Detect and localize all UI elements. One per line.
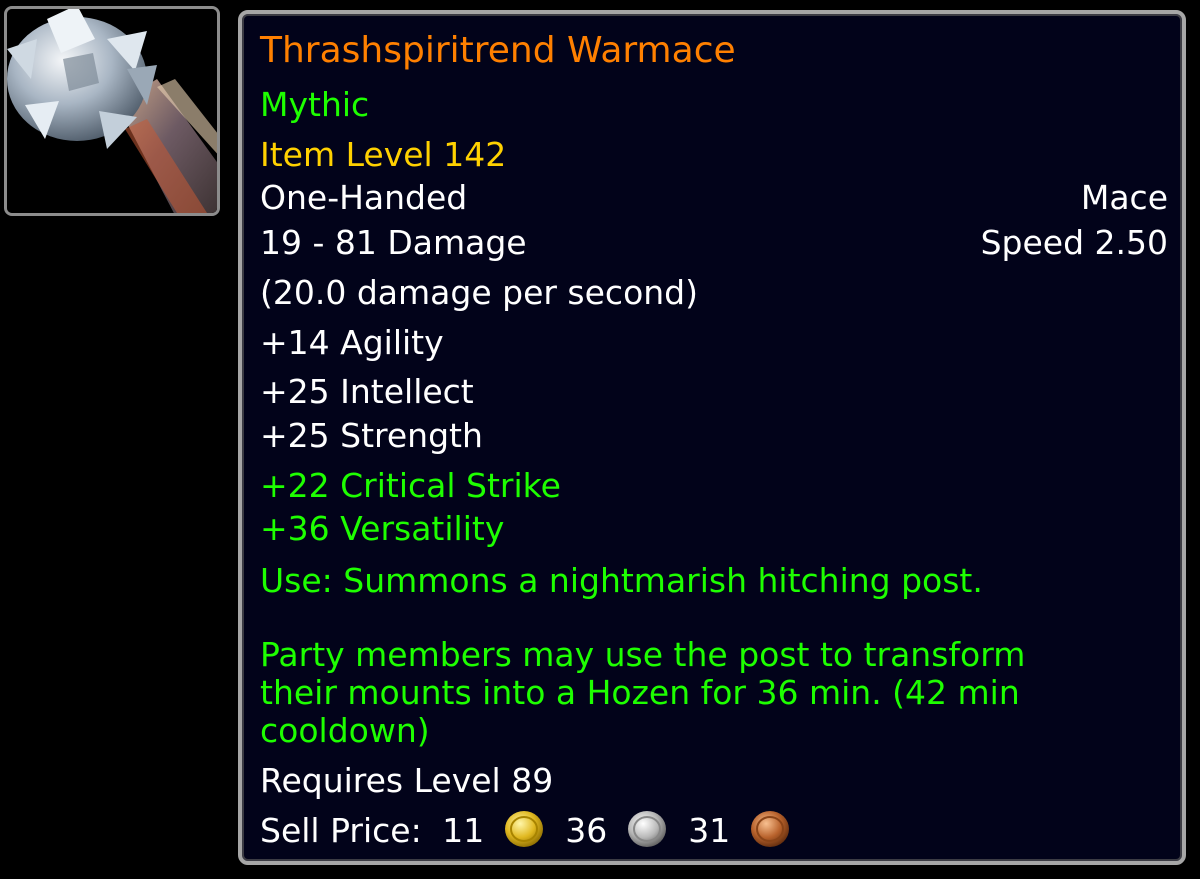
silver-coin-icon	[627, 811, 666, 847]
required-level: Requires Level 89	[260, 761, 554, 800]
item-level: Item Level 142	[260, 135, 507, 174]
gold-amount: 11	[442, 811, 485, 850]
copper-coin-icon	[750, 811, 789, 847]
item-slot: One-Handed	[260, 178, 468, 217]
silver-amount: 36	[565, 811, 608, 850]
secondary-stat-line: +22 Critical Strike	[260, 466, 561, 505]
gold-coin-icon	[504, 811, 543, 847]
item-quality: Mythic	[260, 85, 370, 124]
stat-line: +14 Agility	[260, 323, 444, 362]
damage-speed-row: 19 - 81 Damage Speed 2.50	[260, 224, 1168, 262]
stat-line: +25 Intellect	[260, 372, 474, 411]
item-icon-frame[interactable]	[4, 6, 220, 216]
item-dps: (20.0 damage per second)	[260, 273, 698, 312]
sell-price-row: Sell Price: 11 36 31	[260, 808, 1168, 850]
item-type: Mace	[1080, 178, 1168, 217]
item-damage: 19 - 81 Damage	[260, 223, 527, 262]
item-description: Party members may use the post to transf…	[260, 635, 1026, 750]
slot-type-row: One-Handed Mace	[260, 179, 1168, 217]
secondary-stat-line: +36 Versatility	[260, 509, 505, 548]
item-speed: Speed 2.50	[980, 223, 1168, 262]
copper-amount: 31	[688, 811, 731, 850]
item-tooltip: Thrashspiritrend Warmace Mythic Item Lev…	[238, 10, 1186, 865]
stat-line: +25 Strength	[260, 416, 483, 455]
use-effect: Use: Summons a nightmarish hitching post…	[260, 561, 983, 600]
mace-icon	[7, 9, 217, 213]
item-name: Thrashspiritrend Warmace	[260, 30, 736, 71]
sell-price-label: Sell Price:	[260, 811, 422, 850]
